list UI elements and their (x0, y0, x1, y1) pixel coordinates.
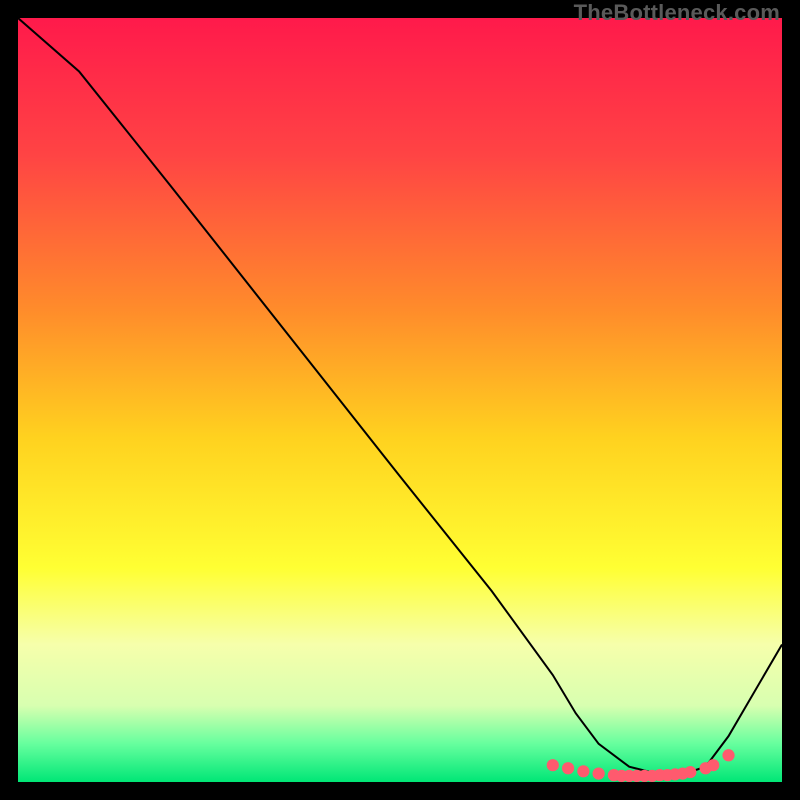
chart-background (18, 18, 782, 782)
watermark-text: TheBottleneck.com (574, 0, 780, 26)
marker-bottom-markers (577, 765, 589, 777)
marker-bottom-markers (707, 759, 719, 771)
marker-bottom-markers (722, 749, 734, 761)
chart-plot (18, 18, 782, 782)
marker-bottom-markers (684, 766, 696, 778)
marker-bottom-markers (593, 767, 605, 779)
marker-bottom-markers (547, 759, 559, 771)
chart-frame: TheBottleneck.com (0, 0, 800, 800)
marker-bottom-markers (562, 762, 574, 774)
